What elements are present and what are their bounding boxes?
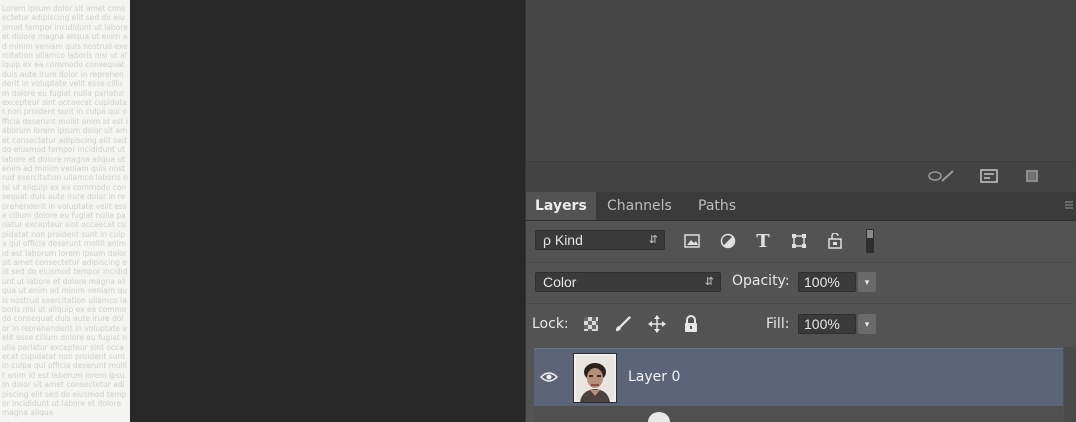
filter-toggle-icon[interactable] <box>864 229 876 253</box>
blend-mode-value: Color <box>543 274 577 290</box>
portrait-thumbnail-image <box>574 354 616 402</box>
fill-dropdown-button[interactable]: ▾ <box>858 314 876 334</box>
kind-filter-select[interactable]: ρ Kind ⇵ <box>535 230 665 250</box>
pixel-filter-icon[interactable] <box>683 232 701 250</box>
blend-mode-select[interactable]: Color ⇵ <box>535 272 721 292</box>
new-item-icon[interactable] <box>1024 169 1040 183</box>
layer-name[interactable]: Layer 0 <box>628 369 680 385</box>
tab-layers[interactable]: Layers <box>526 192 596 220</box>
divider <box>526 303 1076 304</box>
next-layer-row[interactable] <box>534 406 1063 422</box>
divider <box>526 262 1076 263</box>
fill-label: Fill: <box>766 316 790 332</box>
document-preview-text: Lorem ipsum dolor sit amet consectetur a… <box>2 4 130 418</box>
layer-row[interactable]: Layer 0 <box>534 348 1063 407</box>
smart-object-filter-icon[interactable] <box>826 232 844 250</box>
visibility-eye-icon[interactable] <box>540 371 558 383</box>
opacity-label: Opacity: <box>732 273 790 289</box>
lock-position-icon[interactable] <box>648 315 666 333</box>
lock-all-icon[interactable] <box>682 315 700 333</box>
kind-filter-label: ρ Kind <box>543 232 583 248</box>
layers-tab-bar: Layers Channels Paths <box>526 192 1076 221</box>
tab-paths[interactable]: Paths <box>689 192 745 220</box>
brush-preset-icon[interactable] <box>926 169 956 183</box>
canvas-area[interactable] <box>130 0 525 422</box>
layers-scrollbar[interactable] <box>1064 347 1076 422</box>
updown-arrows-icon: ⇵ <box>704 276 714 288</box>
document-preview: Lorem ipsum dolor sit amet consectetur a… <box>0 0 130 422</box>
lock-label: Lock: <box>532 316 569 332</box>
type-filter-icon[interactable]: T <box>754 231 772 252</box>
tab-channels[interactable]: Channels <box>598 192 681 220</box>
lock-transparent-icon[interactable] <box>582 315 600 333</box>
opacity-dropdown-button[interactable]: ▾ <box>858 272 876 292</box>
panel-options-icon[interactable] <box>980 169 998 183</box>
upper-panel-footer <box>526 161 1076 192</box>
updown-arrows-icon: ⇵ <box>648 234 658 246</box>
panel-menu-icon[interactable] <box>1064 200 1074 210</box>
opacity-field[interactable]: 100% <box>798 272 856 292</box>
fill-field[interactable]: 100% <box>798 314 856 334</box>
layer-thumbnail <box>573 353 617 403</box>
adjustment-filter-icon[interactable] <box>719 232 737 250</box>
lock-pixels-icon[interactable] <box>614 315 632 333</box>
partial-thumbnail-icon <box>648 412 670 422</box>
layers-panel: Layers Channels Paths ρ Kind ⇵ T Color ⇵… <box>525 192 1076 422</box>
shape-filter-icon[interactable] <box>790 232 808 250</box>
upper-panel <box>525 0 1076 192</box>
